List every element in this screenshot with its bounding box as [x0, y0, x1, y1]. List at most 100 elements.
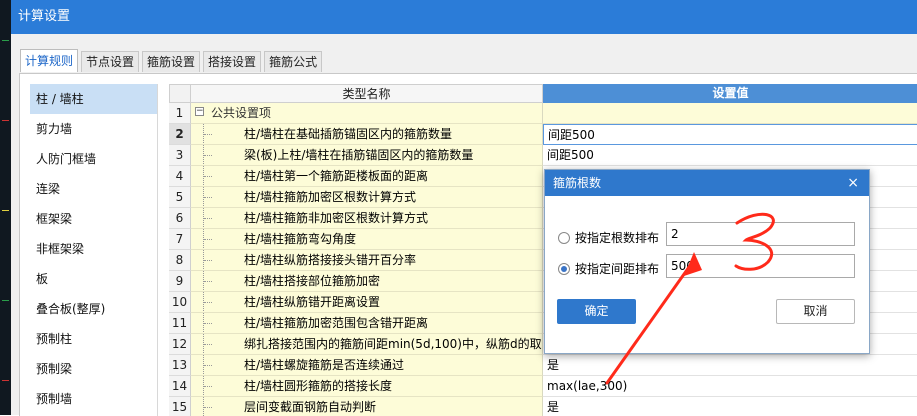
option-by-count-label: 按指定根数排布 — [575, 231, 660, 245]
row-setting-value[interactable] — [543, 103, 917, 124]
column-header-value: 设置值 — [543, 84, 917, 103]
row-type-label: 柱/墙柱箍筋弯勾角度 — [244, 232, 357, 246]
sidebar-item-shear-wall[interactable]: 剪力墙 — [30, 114, 157, 144]
row-type-label: 公共设置项 — [211, 106, 272, 120]
row-setting-value[interactable]: max(lae,300) — [543, 376, 917, 397]
tree-branch — [204, 218, 212, 219]
row-type-label: 柱/墙柱圆形箍筋的搭接长度 — [244, 379, 393, 393]
row-type-name: 梁(板)上柱/墙柱在插筋锚固区内的箍筋数量 — [191, 145, 543, 166]
row-type-name: 层间变截面钢筋自动判断 — [191, 397, 543, 416]
column-header-type-name: 类型名称 — [191, 84, 543, 103]
row-type-name: − 公共设置项 — [191, 103, 543, 124]
row-setting-value[interactable]: 间距500 — [543, 124, 917, 145]
sidebar-item-civil-defense-door-wall[interactable]: 人防门框墙 — [30, 144, 157, 174]
cancel-button[interactable]: 取消 — [776, 299, 855, 324]
sidebar-item-precast-wall[interactable]: 预制墙 — [30, 384, 157, 414]
table-row[interactable]: 13 柱/墙柱螺旋箍筋是否连续通过 是 — [169, 355, 917, 376]
row-number: 9 — [169, 271, 191, 292]
tree-branch — [204, 365, 212, 366]
ok-button[interactable]: 确定 — [557, 299, 636, 324]
tree-branch — [204, 155, 212, 156]
sidebar-item-coupling-beam[interactable]: 连梁 — [30, 174, 157, 204]
table-row[interactable]: 14 柱/墙柱圆形箍筋的搭接长度 max(lae,300) — [169, 376, 917, 397]
row-type-label: 柱/墙柱箍筋加密范围包含错开距离 — [244, 316, 429, 330]
row-number: 2 — [169, 124, 191, 145]
table-row[interactable]: 2 柱/墙柱在基础插筋锚固区内的箍筋数量 间距500 — [169, 124, 917, 145]
tree-branch — [204, 197, 212, 198]
background-cad-window — [0, 0, 11, 415]
row-type-name: 柱/墙柱箍筋非加密区根数计算方式 — [191, 208, 543, 229]
cad-line — [2, 300, 9, 301]
row-type-label: 柱/墙柱纵筋搭接接头错开百分率 — [244, 253, 417, 267]
sidebar-item-composite-slab[interactable]: 叠合板(整厚) — [30, 294, 157, 324]
row-type-name: 柱/墙柱在基础插筋锚固区内的箍筋数量 — [191, 124, 543, 145]
cad-line — [2, 120, 9, 121]
table-row[interactable]: 3 梁(板)上柱/墙柱在插筋锚固区内的箍筋数量 间距500 — [169, 145, 917, 166]
row-type-name: 柱/墙柱箍筋弯勾角度 — [191, 229, 543, 250]
row-type-label: 柱/墙柱搭接部位箍筋加密 — [244, 274, 381, 288]
tree-branch — [204, 281, 212, 282]
row-number: 12 — [169, 334, 191, 355]
row-type-label: 柱/墙柱纵筋错开距离设置 — [244, 295, 381, 309]
row-number: 10 — [169, 292, 191, 313]
tree-branch — [204, 323, 212, 324]
sidebar-item-column[interactable]: 柱 / 墙柱 — [30, 84, 157, 114]
row-setting-value[interactable]: 是 — [543, 355, 917, 376]
row-number: 1 — [169, 103, 191, 124]
radio-by-spacing[interactable] — [558, 262, 570, 275]
tab-bar: 计算规则 节点设置 箍筋设置 搭接设置 箍筋公式 — [20, 49, 325, 73]
option-by-spacing-label: 按指定间距排布 — [575, 262, 660, 276]
row-type-label: 柱/墙柱箍筋非加密区根数计算方式 — [244, 211, 429, 225]
row-number: 11 — [169, 313, 191, 334]
component-type-list: 柱 / 墙柱 剪力墙 人防门框墙 连梁 框架梁 非框架梁 板 叠合板(整厚) 预… — [30, 84, 158, 416]
tab-stirrup-settings[interactable]: 箍筋设置 — [142, 51, 201, 72]
grid-header: 类型名称 设置值 — [169, 84, 917, 103]
row-number: 4 — [169, 166, 191, 187]
row-type-label: 柱/墙柱箍筋加密区根数计算方式 — [244, 190, 417, 204]
tab-node-settings[interactable]: 节点设置 — [81, 51, 140, 72]
row-type-name: 柱/墙柱箍筋加密区根数计算方式 — [191, 187, 543, 208]
row-number: 13 — [169, 355, 191, 376]
row-number: 6 — [169, 208, 191, 229]
row-type-label: 柱/墙柱在基础插筋锚固区内的箍筋数量 — [244, 127, 453, 141]
table-row[interactable]: 1− 公共设置项 — [169, 103, 917, 124]
row-number: 14 — [169, 376, 191, 397]
tree-branch — [204, 239, 212, 240]
sidebar-item-frame-beam[interactable]: 框架梁 — [30, 204, 157, 234]
close-icon[interactable]: × — [847, 170, 859, 196]
cad-line — [2, 380, 9, 381]
option-by-count[interactable]: 按指定根数排布 — [558, 229, 659, 246]
row-number: 3 — [169, 145, 191, 166]
sidebar-item-precast-column[interactable]: 预制柱 — [30, 324, 157, 354]
sidebar-item-slab[interactable]: 板 — [30, 264, 157, 294]
row-type-label: 梁(板)上柱/墙柱在插筋锚固区内的箍筋数量 — [244, 148, 474, 162]
tree-branch — [204, 260, 212, 261]
window-title: 计算设置 — [11, 0, 917, 34]
row-type-name: 绑扎搭接范围内的箍筋间距min(5d,100)中，纵筋d的取值 — [191, 334, 543, 355]
row-type-name: 柱/墙柱纵筋搭接接头错开百分率 — [191, 250, 543, 271]
tree-branch — [204, 407, 212, 408]
spacing-input[interactable]: 500 — [666, 254, 855, 278]
tree-branch — [204, 134, 212, 135]
row-type-label: 层间变截面钢筋自动判断 — [244, 400, 377, 414]
row-type-name: 柱/墙柱箍筋加密范围包含错开距离 — [191, 313, 543, 334]
row-setting-value[interactable]: 是 — [543, 397, 917, 416]
tab-calc-rules[interactable]: 计算规则 — [20, 49, 79, 72]
row-number: 7 — [169, 229, 191, 250]
row-type-label: 绑扎搭接范围内的箍筋间距min(5d,100)中，纵筋d的取值 — [244, 337, 543, 351]
row-setting-value[interactable]: 间距500 — [543, 145, 917, 166]
count-input[interactable]: 2 — [666, 222, 855, 246]
sidebar-item-non-frame-beam[interactable]: 非框架梁 — [30, 234, 157, 264]
row-type-name: 柱/墙柱圆形箍筋的搭接长度 — [191, 376, 543, 397]
tab-lap-settings[interactable]: 搭接设置 — [203, 51, 262, 72]
sidebar-item-precast-beam[interactable]: 预制梁 — [30, 354, 157, 384]
option-by-spacing[interactable]: 按指定间距排布 — [558, 260, 659, 277]
tree-branch — [204, 386, 212, 387]
table-row[interactable]: 15 层间变截面钢筋自动判断 是 — [169, 397, 917, 416]
radio-by-count[interactable] — [558, 231, 570, 244]
row-type-name: 柱/墙柱第一个箍筋距楼板面的距离 — [191, 166, 543, 187]
dialog-title: 箍筋根数 — [553, 176, 602, 190]
tab-stirrup-formula[interactable]: 箍筋公式 — [264, 51, 323, 72]
row-type-name: 柱/墙柱搭接部位箍筋加密 — [191, 271, 543, 292]
collapse-icon[interactable]: − — [195, 107, 204, 116]
